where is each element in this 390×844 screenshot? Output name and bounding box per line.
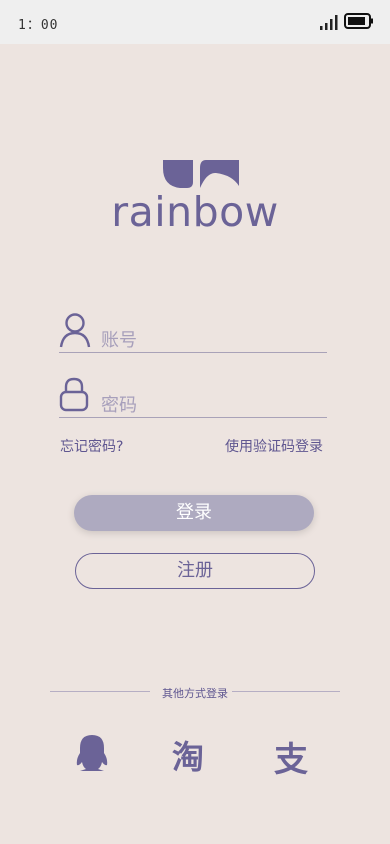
lock-icon (59, 377, 89, 412)
sms-login-link[interactable]: 使用验证码登录 (225, 436, 323, 456)
login-button[interactable]: 登录 (74, 495, 314, 531)
status-time: 1：00 (18, 18, 59, 33)
account-field[interactable]: 账号 (59, 312, 327, 353)
alipay-icon[interactable]: 支 (274, 732, 308, 781)
status-bar: 1：00 (0, 0, 390, 44)
user-icon (59, 313, 91, 348)
password-input-placeholder: 密码 (101, 395, 137, 416)
register-button[interactable]: 注册 (75, 553, 315, 589)
qq-icon[interactable] (74, 733, 110, 773)
taobao-icon[interactable]: 淘 (172, 732, 204, 778)
battery-icon (344, 13, 373, 29)
signal-icon (320, 15, 338, 30)
brand-logo-icon (163, 160, 239, 188)
other-login-label: 其他方式登录 (162, 687, 228, 700)
password-field[interactable]: 密码 (59, 377, 327, 418)
brand-name: rainbow (111, 188, 279, 236)
account-input-placeholder: 账号 (101, 330, 137, 351)
forgot-password-link[interactable]: 忘记密码? (60, 436, 123, 456)
